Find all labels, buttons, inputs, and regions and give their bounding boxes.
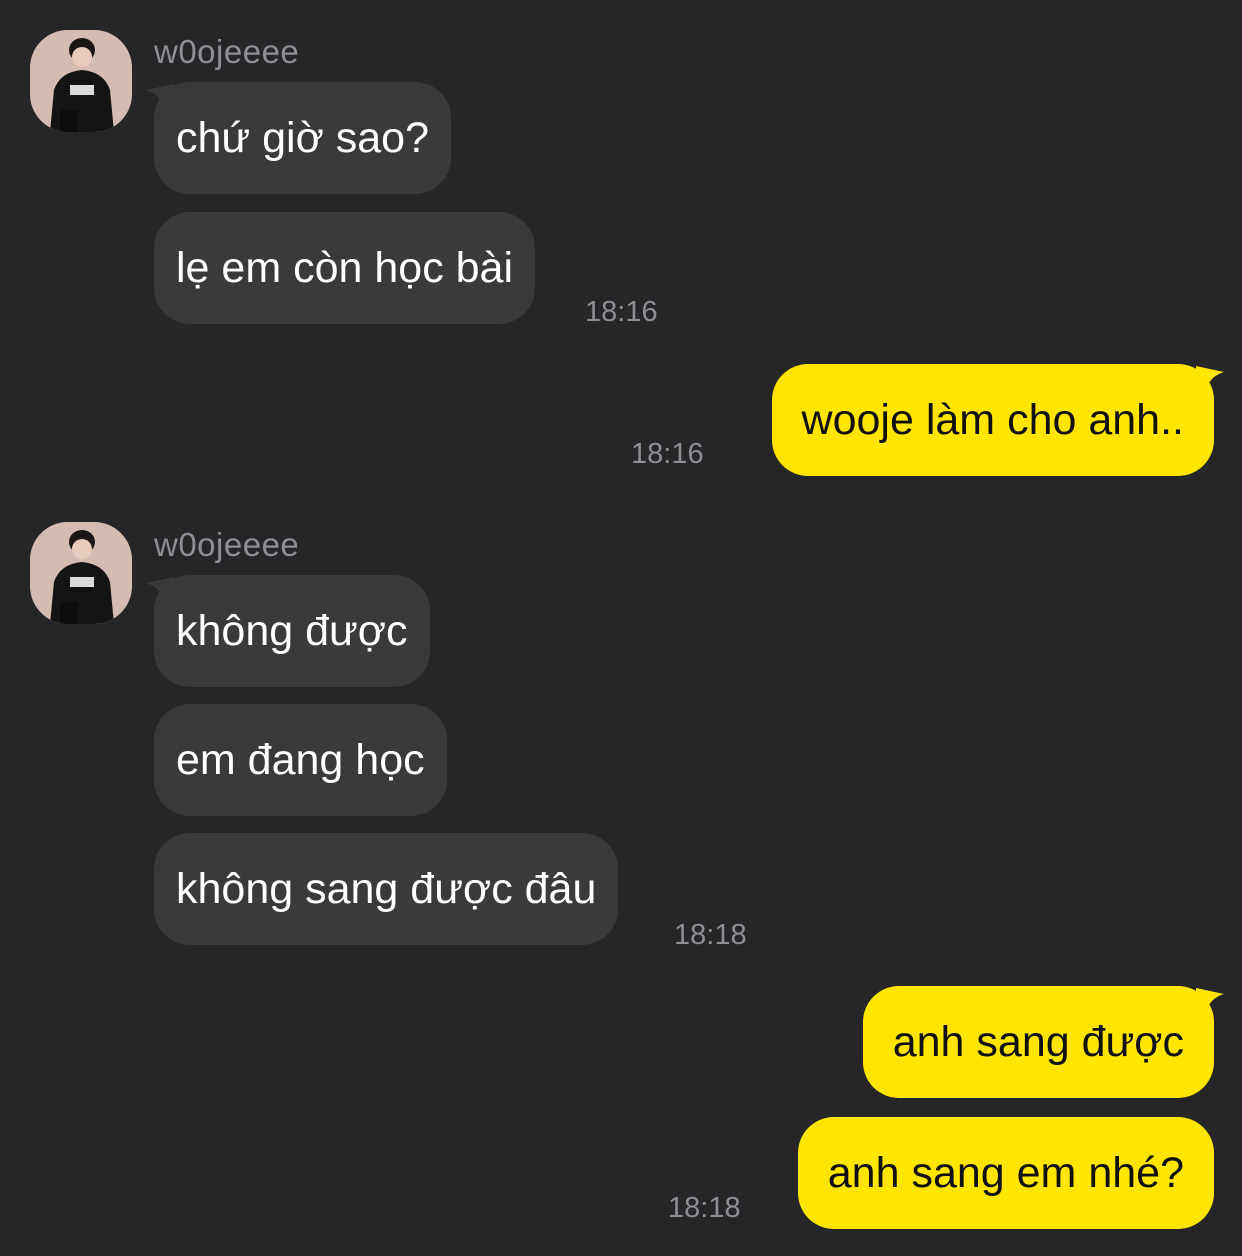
message-timestamp: 18:16 <box>585 296 658 328</box>
incoming-message[interactable]: lẹ em còn học bài <box>154 212 536 324</box>
outgoing-message[interactable]: anh sang được <box>862 986 1214 1098</box>
incoming-message[interactable]: chứ giờ sao? <box>154 82 452 194</box>
sender-name: w0ojeeee <box>154 33 300 70</box>
message-timestamp: 18:18 <box>668 1192 741 1224</box>
sender-avatar[interactable] <box>30 30 132 132</box>
message-timestamp: 18:18 <box>674 919 747 951</box>
profile-photo-icon <box>30 30 132 132</box>
incoming-message[interactable]: không được <box>154 575 430 687</box>
outgoing-message[interactable]: wooje làm cho anh.. <box>771 364 1214 476</box>
incoming-message[interactable]: không sang được đâu <box>154 833 619 945</box>
message-timestamp: 18:16 <box>631 438 704 470</box>
incoming-message[interactable]: em đang học <box>154 704 447 816</box>
outgoing-message[interactable]: anh sang em nhé? <box>797 1117 1214 1229</box>
sender-avatar[interactable] <box>30 522 132 624</box>
profile-photo-icon <box>30 522 132 624</box>
sender-name: w0ojeeee <box>154 526 300 563</box>
chat-thread[interactable]: w0ojeeee chứ giờ sao? lẹ em còn học bài … <box>0 0 1242 1256</box>
